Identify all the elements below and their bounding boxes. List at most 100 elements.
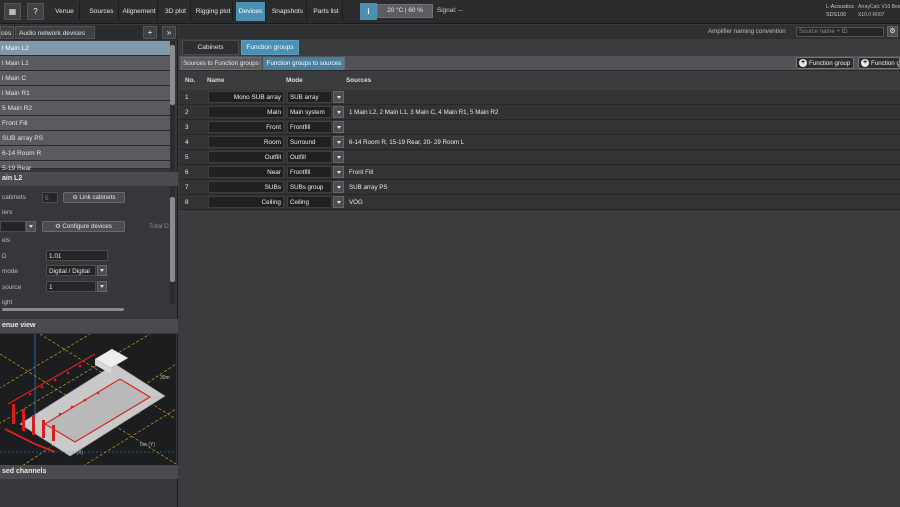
- venue-view[interactable]: 10m 20m 30m 0m (X) 0m (Y): [0, 334, 176, 474]
- left-panel: ces Audio network devices + » l Main L2 …: [0, 25, 178, 507]
- row-mode-select[interactable]: SUBs group: [287, 181, 332, 193]
- configure-devices-label: Configure devices: [62, 223, 112, 230]
- main-panel: Amplifier naming convention Source name …: [179, 25, 900, 507]
- add-source-button[interactable]: +: [143, 26, 157, 39]
- grid-label-20m: 20m: [150, 395, 160, 401]
- mode-dropdown-arrow[interactable]: [97, 265, 107, 276]
- row-name-field[interactable]: Front: [208, 121, 284, 133]
- tab-devices[interactable]: Devices: [236, 2, 266, 21]
- tab-3d-plot[interactable]: 3D plot: [161, 2, 191, 21]
- mode-select[interactable]: Digital / Digital: [46, 265, 96, 276]
- table-row[interactable]: 8 Ceiling Ceiling VOG: [179, 195, 900, 210]
- row-name-field[interactable]: Outfill: [208, 151, 284, 163]
- link-cabinets-button[interactable]: ⊖ Link cabinets: [63, 192, 125, 203]
- amplifier-dropdown-arrow[interactable]: [26, 221, 36, 232]
- tab-rigging-plot[interactable]: Rigging plot: [194, 2, 233, 21]
- row-name-field[interactable]: Near: [208, 166, 284, 178]
- id-row: D 1.01: [0, 249, 170, 264]
- source-item[interactable]: l Main R1: [0, 86, 170, 101]
- source-select[interactable]: 1: [46, 281, 96, 292]
- row-mode-select[interactable]: Frontfill: [287, 121, 332, 133]
- collapse-panel-button[interactable]: »: [162, 26, 176, 39]
- row-mode-dropdown-arrow[interactable]: [333, 196, 344, 208]
- tab-function-groups[interactable]: Function groups: [241, 40, 299, 55]
- source-dropdown-arrow[interactable]: [97, 281, 107, 292]
- used-channels-title: sed channels: [0, 465, 178, 479]
- row-sources: SUB array PS: [349, 184, 388, 191]
- signal-status: Signal: --: [437, 7, 463, 14]
- tab-sources-left[interactable]: ces: [0, 26, 14, 39]
- logo-bottom: SDS100: [826, 12, 847, 18]
- row-mode-dropdown-arrow[interactable]: [333, 166, 344, 178]
- help-button[interactable]: ?: [27, 3, 44, 20]
- row-mode-dropdown-arrow[interactable]: [333, 151, 344, 163]
- amp-naming-field[interactable]: Source name + ID: [796, 27, 884, 37]
- source-item[interactable]: Front Fill: [0, 116, 170, 131]
- amplifiers-row: iers: [0, 205, 170, 220]
- row-number: 5: [185, 154, 189, 161]
- id-field[interactable]: 1.01: [46, 250, 108, 261]
- source-list-scrollbar[interactable]: [170, 41, 175, 191]
- source-item[interactable]: 6-14 Room R: [0, 146, 170, 161]
- row-mode-dropdown-arrow[interactable]: [333, 121, 344, 133]
- row-mode-dropdown-arrow[interactable]: [333, 91, 344, 103]
- amplifier-select[interactable]: [0, 221, 26, 232]
- source-item[interactable]: 5-19 Rear: [0, 161, 170, 172]
- row-name-field[interactable]: Ceiling: [208, 196, 284, 208]
- table-row[interactable]: 3 Front Frontfill: [179, 120, 900, 135]
- menu-icon: ▦: [8, 7, 17, 16]
- gear-icon: ⚙: [55, 223, 61, 230]
- row-mode-dropdown-arrow[interactable]: [333, 181, 344, 193]
- add-function-group-button[interactable]: + Function group: [796, 57, 855, 69]
- table-row[interactable]: 6 Near Frontfill Front Fill: [179, 165, 900, 180]
- tab-parts-list[interactable]: Parts list: [310, 2, 343, 21]
- link-cabinets-label: Link cabinets: [79, 194, 116, 201]
- table-row[interactable]: 4 Room Surround 6-14 Room R, 15-19 Rear,…: [179, 135, 900, 150]
- table-row[interactable]: 7 SUBs SUBs group SUB array PS: [179, 180, 900, 195]
- configure-devices-button[interactable]: ⚙ Configure devices: [42, 221, 125, 232]
- build-top: ArrayCalc V10 Beta: [858, 4, 900, 10]
- source-item[interactable]: l Main C: [0, 71, 170, 86]
- left-tabs: ces Audio network devices + »: [0, 25, 178, 40]
- row-name-field[interactable]: Main: [208, 106, 284, 118]
- tab-cabinets[interactable]: Cabinets: [182, 40, 239, 55]
- info-button[interactable]: i: [360, 3, 377, 20]
- tab-sources[interactable]: Sources: [85, 2, 119, 21]
- row-mode-select[interactable]: Outfill: [287, 151, 332, 163]
- cabinets-count[interactable]: 5: [42, 192, 58, 203]
- row-number: 7: [185, 184, 189, 191]
- scrollbar-thumb[interactable]: [170, 45, 175, 105]
- add-function-group-button-2[interactable]: + Function g: [858, 57, 900, 69]
- row-name-field[interactable]: Room: [208, 136, 284, 148]
- table-row[interactable]: 1 Mono SUB array SUB array: [179, 90, 900, 105]
- tab-alignment[interactable]: Alignement: [121, 2, 158, 21]
- row-name-field[interactable]: Mono SUB array: [208, 91, 284, 103]
- source-item[interactable]: l Main L2: [0, 41, 170, 56]
- tab-snapshots[interactable]: Snapshots: [269, 2, 307, 21]
- table-row[interactable]: 2 Main Main system 1 Main L2, 2 Main L1,…: [179, 105, 900, 120]
- properties-hscrollbar[interactable]: [2, 308, 124, 311]
- naming-settings-button[interactable]: ⚙: [887, 26, 898, 37]
- row-mode-select[interactable]: SUB array: [287, 91, 332, 103]
- source-item[interactable]: l Main L1: [0, 56, 170, 71]
- properties-scrollbar[interactable]: [170, 191, 175, 304]
- row-mode-select[interactable]: Main system: [287, 106, 332, 118]
- source-item[interactable]: 5 Main R2: [0, 101, 170, 116]
- table-row[interactable]: 5 Outfill Outfill: [179, 150, 900, 165]
- subtab-sources-to-function-groups[interactable]: Sources to Function groups: [181, 57, 261, 70]
- amp-naming-label: Amplifier naming convention: [708, 28, 786, 35]
- row-mode-select[interactable]: Ceiling: [287, 196, 332, 208]
- scrollbar-thumb[interactable]: [170, 197, 175, 282]
- tab-audio-network-devices[interactable]: Audio network devices: [15, 26, 95, 39]
- col-header-name: Name: [207, 77, 225, 84]
- row-mode-dropdown-arrow[interactable]: [333, 106, 344, 118]
- subtab-function-groups-to-sources[interactable]: Function groups to sources: [263, 57, 345, 70]
- row-mode-select[interactable]: Surround: [287, 136, 332, 148]
- row-name-field[interactable]: SUBs: [208, 181, 284, 193]
- tab-venue[interactable]: Venue: [50, 2, 80, 21]
- row-mode-dropdown-arrow[interactable]: [333, 136, 344, 148]
- menu-button[interactable]: ▦: [4, 3, 21, 20]
- source-item[interactable]: SUB array PS: [0, 131, 170, 146]
- temperature-humidity[interactable]: 20 °C | 60 %: [377, 4, 433, 18]
- row-mode-select[interactable]: Frontfill: [287, 166, 332, 178]
